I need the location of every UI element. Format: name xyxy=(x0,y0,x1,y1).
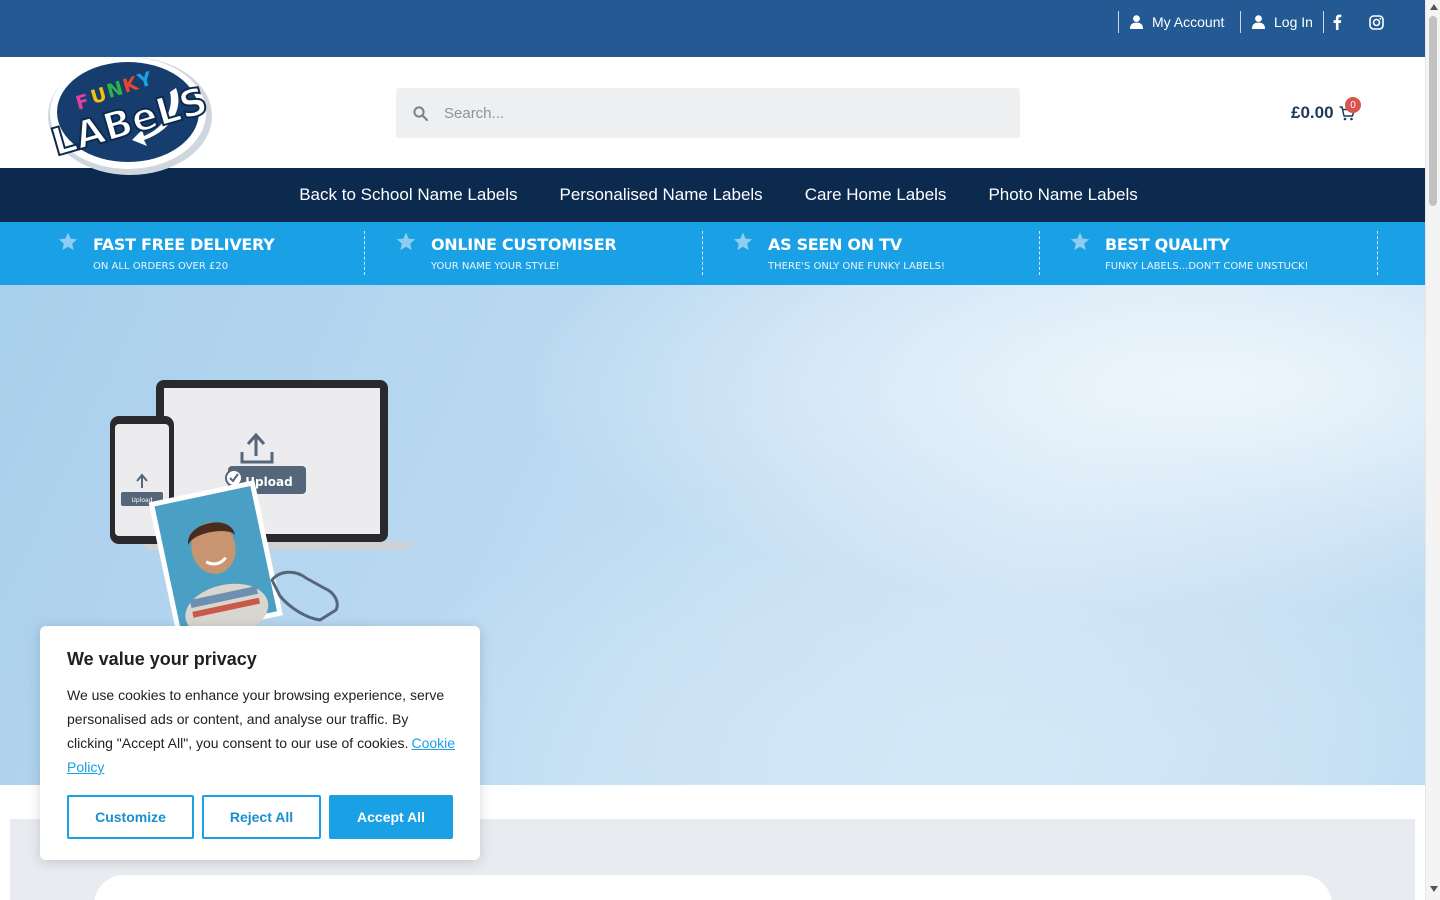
topbar-divider xyxy=(1118,11,1119,33)
accept-all-button[interactable]: Accept All xyxy=(329,795,453,839)
feature-subtitle: ON ALL ORDERS OVER £20 xyxy=(93,261,229,272)
content-card xyxy=(94,875,1332,900)
cookie-consent-banner: We value your privacy We use cookies to … xyxy=(40,626,480,860)
page-scrollbar[interactable] xyxy=(1425,0,1440,900)
photo-upload-illustration: Upload Upload xyxy=(110,380,412,638)
feature-subtitle: THERE'S ONLY ONE FUNKY LABELS! xyxy=(768,261,946,272)
nav-item-care-home[interactable]: Care Home Labels xyxy=(805,185,947,205)
my-account-label: My Account xyxy=(1152,14,1225,30)
topbar-divider xyxy=(1323,11,1324,33)
scrollbar-thumb[interactable] xyxy=(1429,16,1437,206)
star-icon xyxy=(396,232,416,251)
star-icon xyxy=(733,232,753,251)
star-icon xyxy=(1070,232,1090,251)
search-bar[interactable] xyxy=(396,88,1020,138)
feature-divider xyxy=(702,231,703,275)
my-account-link[interactable]: My Account xyxy=(1130,11,1224,33)
cart-count-badge: 0 xyxy=(1345,97,1361,113)
scroll-up-icon[interactable] xyxy=(1429,4,1438,12)
feature-title: FAST FREE DELIVERY xyxy=(93,235,275,254)
cookie-text: We use cookies to enhance your browsing … xyxy=(67,687,445,751)
search-icon xyxy=(396,105,444,121)
log-in-label: Log In xyxy=(1274,14,1313,30)
topbar-divider xyxy=(1240,11,1241,33)
scroll-down-icon[interactable] xyxy=(1429,886,1438,894)
instagram-icon[interactable] xyxy=(1365,11,1387,33)
user-icon xyxy=(1130,15,1143,29)
reject-all-button[interactable]: Reject All xyxy=(202,795,321,839)
feature-title: BEST QUALITY xyxy=(1105,235,1230,254)
feature-divider xyxy=(1039,231,1040,275)
feature-subtitle: FUNKY LABELS...DON'T COME UNSTUCK! xyxy=(1105,261,1309,272)
customize-button[interactable]: Customize xyxy=(67,795,194,839)
funky-labels-logo[interactable]: F U N K Y LABeLS xyxy=(44,48,216,178)
nav-item-back-to-school[interactable]: Back to School Name Labels xyxy=(299,185,517,205)
cart-button[interactable]: £0.00 0 xyxy=(1291,97,1361,126)
search-input[interactable] xyxy=(444,93,1004,133)
feature-subtitle: YOUR NAME YOUR STYLE! xyxy=(431,261,560,272)
feature-title: AS SEEN ON TV xyxy=(768,235,902,254)
feature-divider xyxy=(1377,231,1378,275)
star-icon xyxy=(58,232,78,251)
cart-total: £0.00 xyxy=(1291,103,1334,122)
nav-item-personalised[interactable]: Personalised Name Labels xyxy=(560,185,763,205)
feature-divider xyxy=(364,231,365,275)
nav-item-photo-name[interactable]: Photo Name Labels xyxy=(988,185,1137,205)
user-icon xyxy=(1252,15,1265,29)
cookie-text-block: We use cookies to enhance your browsing … xyxy=(67,683,457,779)
facebook-icon[interactable] xyxy=(1326,11,1348,33)
feature-title: ONLINE CUSTOMISER xyxy=(431,235,617,254)
cookie-title: We value your privacy xyxy=(67,649,257,669)
features-strip: FAST FREE DELIVERY ON ALL ORDERS OVER £2… xyxy=(0,222,1425,285)
log-in-link[interactable]: Log In xyxy=(1252,11,1313,33)
